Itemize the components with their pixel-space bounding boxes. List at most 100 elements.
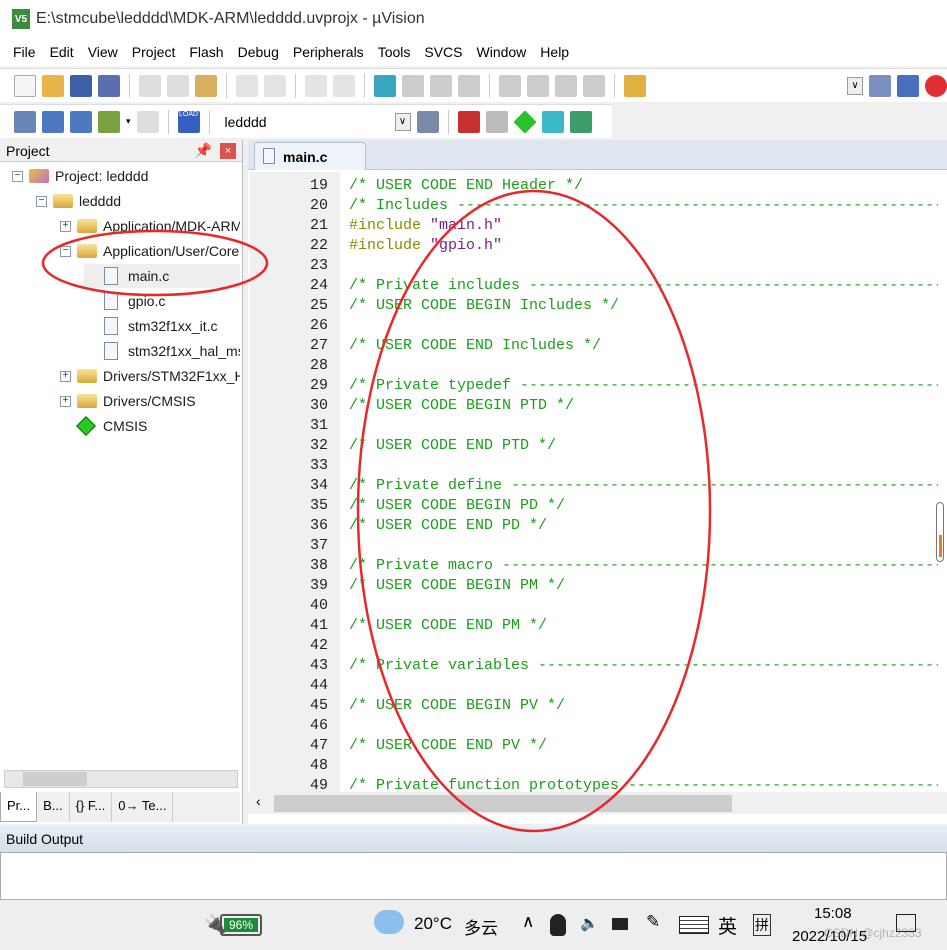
batch-build-icon[interactable] [98, 110, 120, 133]
debug-session-icon[interactable] [897, 74, 919, 97]
stop-build-icon[interactable] [136, 110, 159, 133]
menu-help[interactable]: Help [533, 44, 576, 60]
paste-icon[interactable] [195, 74, 217, 97]
editor-horizontal-scrollbar[interactable]: ‹ [248, 792, 947, 814]
tree-item[interactable]: CMSIS [60, 414, 147, 438]
code-line[interactable]: /* USER CODE BEGIN PTD */ [349, 396, 574, 416]
tree-item[interactable]: − ledddd [36, 189, 121, 213]
pen-icon[interactable]: ✎ [646, 912, 660, 932]
target-dropdown[interactable]: ∨ [394, 112, 411, 131]
weather-temp[interactable]: 20°C [414, 914, 452, 934]
notification-icon[interactable] [896, 914, 916, 932]
menu-tools[interactable]: Tools [371, 44, 418, 60]
code-line[interactable]: /* USER CODE BEGIN PV */ [349, 696, 565, 716]
vertical-scrollbar[interactable] [936, 502, 944, 562]
code-line[interactable]: #include "main.h" [349, 216, 502, 236]
tree-horizontal-scrollbar[interactable] [4, 770, 238, 788]
code-line[interactable]: /* USER CODE END PV */ [349, 736, 547, 756]
manage-rte-icon[interactable] [512, 109, 537, 134]
uncomment-icon[interactable] [583, 74, 605, 97]
save-all-icon[interactable] [98, 74, 120, 97]
prev-bookmark-icon[interactable] [402, 74, 424, 97]
collapse-icon[interactable]: − [36, 195, 47, 207]
comment-icon[interactable] [555, 74, 577, 97]
collapse-icon[interactable]: − [60, 245, 71, 257]
tree-item[interactable]: − Project: ledddd [12, 164, 148, 188]
incremental-find-icon[interactable] [869, 74, 891, 97]
keyboard-icon[interactable] [679, 916, 709, 934]
pin-icon[interactable]: 📌 [195, 142, 212, 159]
code-line[interactable]: /* USER CODE BEGIN PD */ [349, 496, 565, 516]
nav-back-icon[interactable] [305, 74, 327, 97]
target-select[interactable]: ledddd [219, 114, 389, 130]
menu-window[interactable]: Window [470, 44, 534, 60]
code-line[interactable]: /* Includes ----------------------------… [349, 196, 938, 216]
panel-tab[interactable]: {} F... [70, 792, 113, 822]
menu-svcs[interactable]: SVCS [417, 44, 469, 60]
nav-forward-icon[interactable] [333, 74, 355, 97]
menu-edit[interactable]: Edit [43, 44, 81, 60]
code-line[interactable]: /* Private macro -----------------------… [349, 556, 938, 576]
code-area[interactable]: 19 /* USER CODE END Header */ 20 /* Include… [248, 172, 938, 792]
menu-file[interactable]: File [6, 44, 43, 60]
weather-desc[interactable]: 多云 [464, 914, 498, 939]
code-line[interactable]: /* USER CODE END PTD */ [349, 436, 556, 456]
code-line[interactable]: /* USER CODE END PM */ [349, 616, 547, 636]
code-line[interactable]: /* USER CODE END Includes */ [349, 336, 601, 356]
bookmark-icon[interactable] [374, 74, 396, 97]
collapse-icon[interactable]: − [12, 170, 23, 182]
next-bookmark-icon[interactable] [430, 74, 452, 97]
expand-icon[interactable]: + [60, 370, 71, 382]
tree-item[interactable]: stm32f1xx_it.c [84, 314, 217, 338]
expand-icon[interactable]: + [60, 395, 71, 407]
tree-item[interactable]: stm32f1xx_hal_msp.c [84, 339, 240, 363]
build-icon[interactable] [42, 110, 64, 133]
tree-item[interactable]: − Application/User/Core [60, 239, 239, 263]
manage-project-items-icon[interactable] [457, 110, 480, 133]
copy-icon[interactable] [167, 74, 189, 97]
select-packs-icon[interactable] [485, 110, 508, 133]
code-line[interactable]: /* USER CODE END PD */ [349, 516, 547, 536]
cut-icon[interactable] [139, 74, 161, 97]
indent-icon[interactable] [499, 74, 521, 97]
menu-debug[interactable]: Debug [231, 44, 286, 60]
code-line[interactable]: /* Private includes --------------------… [349, 276, 938, 296]
code-line[interactable]: /* USER CODE BEGIN PM */ [349, 576, 565, 596]
code-line[interactable]: /* Private function prototypes ---------… [349, 776, 938, 792]
code-line[interactable]: #include "gpio.h" [349, 236, 502, 256]
new-file-icon[interactable] [14, 74, 36, 97]
tab-main-c[interactable]: main.c [254, 142, 366, 170]
ime-language[interactable]: 英 [718, 912, 737, 939]
tree-item[interactable]: gpio.c [84, 289, 165, 313]
build-output-area[interactable] [0, 852, 947, 900]
tree-item[interactable]: + Drivers/CMSIS [60, 389, 196, 413]
rebuild-icon[interactable] [70, 110, 92, 133]
pack-installer-icon[interactable] [541, 110, 564, 133]
menu-flash[interactable]: Flash [182, 44, 230, 60]
code-line[interactable]: /* USER CODE END Header */ [349, 176, 583, 196]
panel-tab[interactable]: Pr... [0, 792, 38, 822]
code-line[interactable]: /* USER CODE BEGIN Includes */ [349, 296, 619, 316]
ime-mode[interactable]: 拼 [753, 914, 771, 936]
scroll-left-icon[interactable]: ‹ [256, 793, 261, 809]
load-icon[interactable]: LOAD [177, 110, 200, 133]
close-icon[interactable]: × [220, 142, 236, 159]
undo-icon[interactable] [236, 74, 258, 97]
find-combo-dropdown[interactable]: ∨ [847, 76, 863, 95]
battery-indicator[interactable]: 96% [220, 914, 262, 936]
save-icon[interactable] [70, 74, 92, 97]
tree-item[interactable]: + Application/MDK-ARM [60, 214, 240, 238]
code-line[interactable]: /* Private variables -------------------… [349, 656, 938, 676]
battery-tray-icon[interactable] [612, 918, 628, 930]
menu-peripherals[interactable]: Peripherals [286, 44, 371, 60]
expand-icon[interactable]: + [60, 220, 71, 232]
clear-bookmarks-icon[interactable] [458, 74, 480, 97]
qq-icon[interactable] [550, 914, 566, 936]
code-line[interactable]: /* Private define ----------------------… [349, 476, 938, 496]
panel-tab[interactable]: B... [37, 792, 70, 822]
clock-time[interactable]: 15:08 [814, 905, 852, 922]
redo-icon[interactable] [264, 74, 286, 97]
start-debug-icon[interactable] [925, 74, 947, 97]
menu-view[interactable]: View [81, 44, 125, 60]
panel-tab[interactable]: 0→ Te... [112, 792, 174, 822]
